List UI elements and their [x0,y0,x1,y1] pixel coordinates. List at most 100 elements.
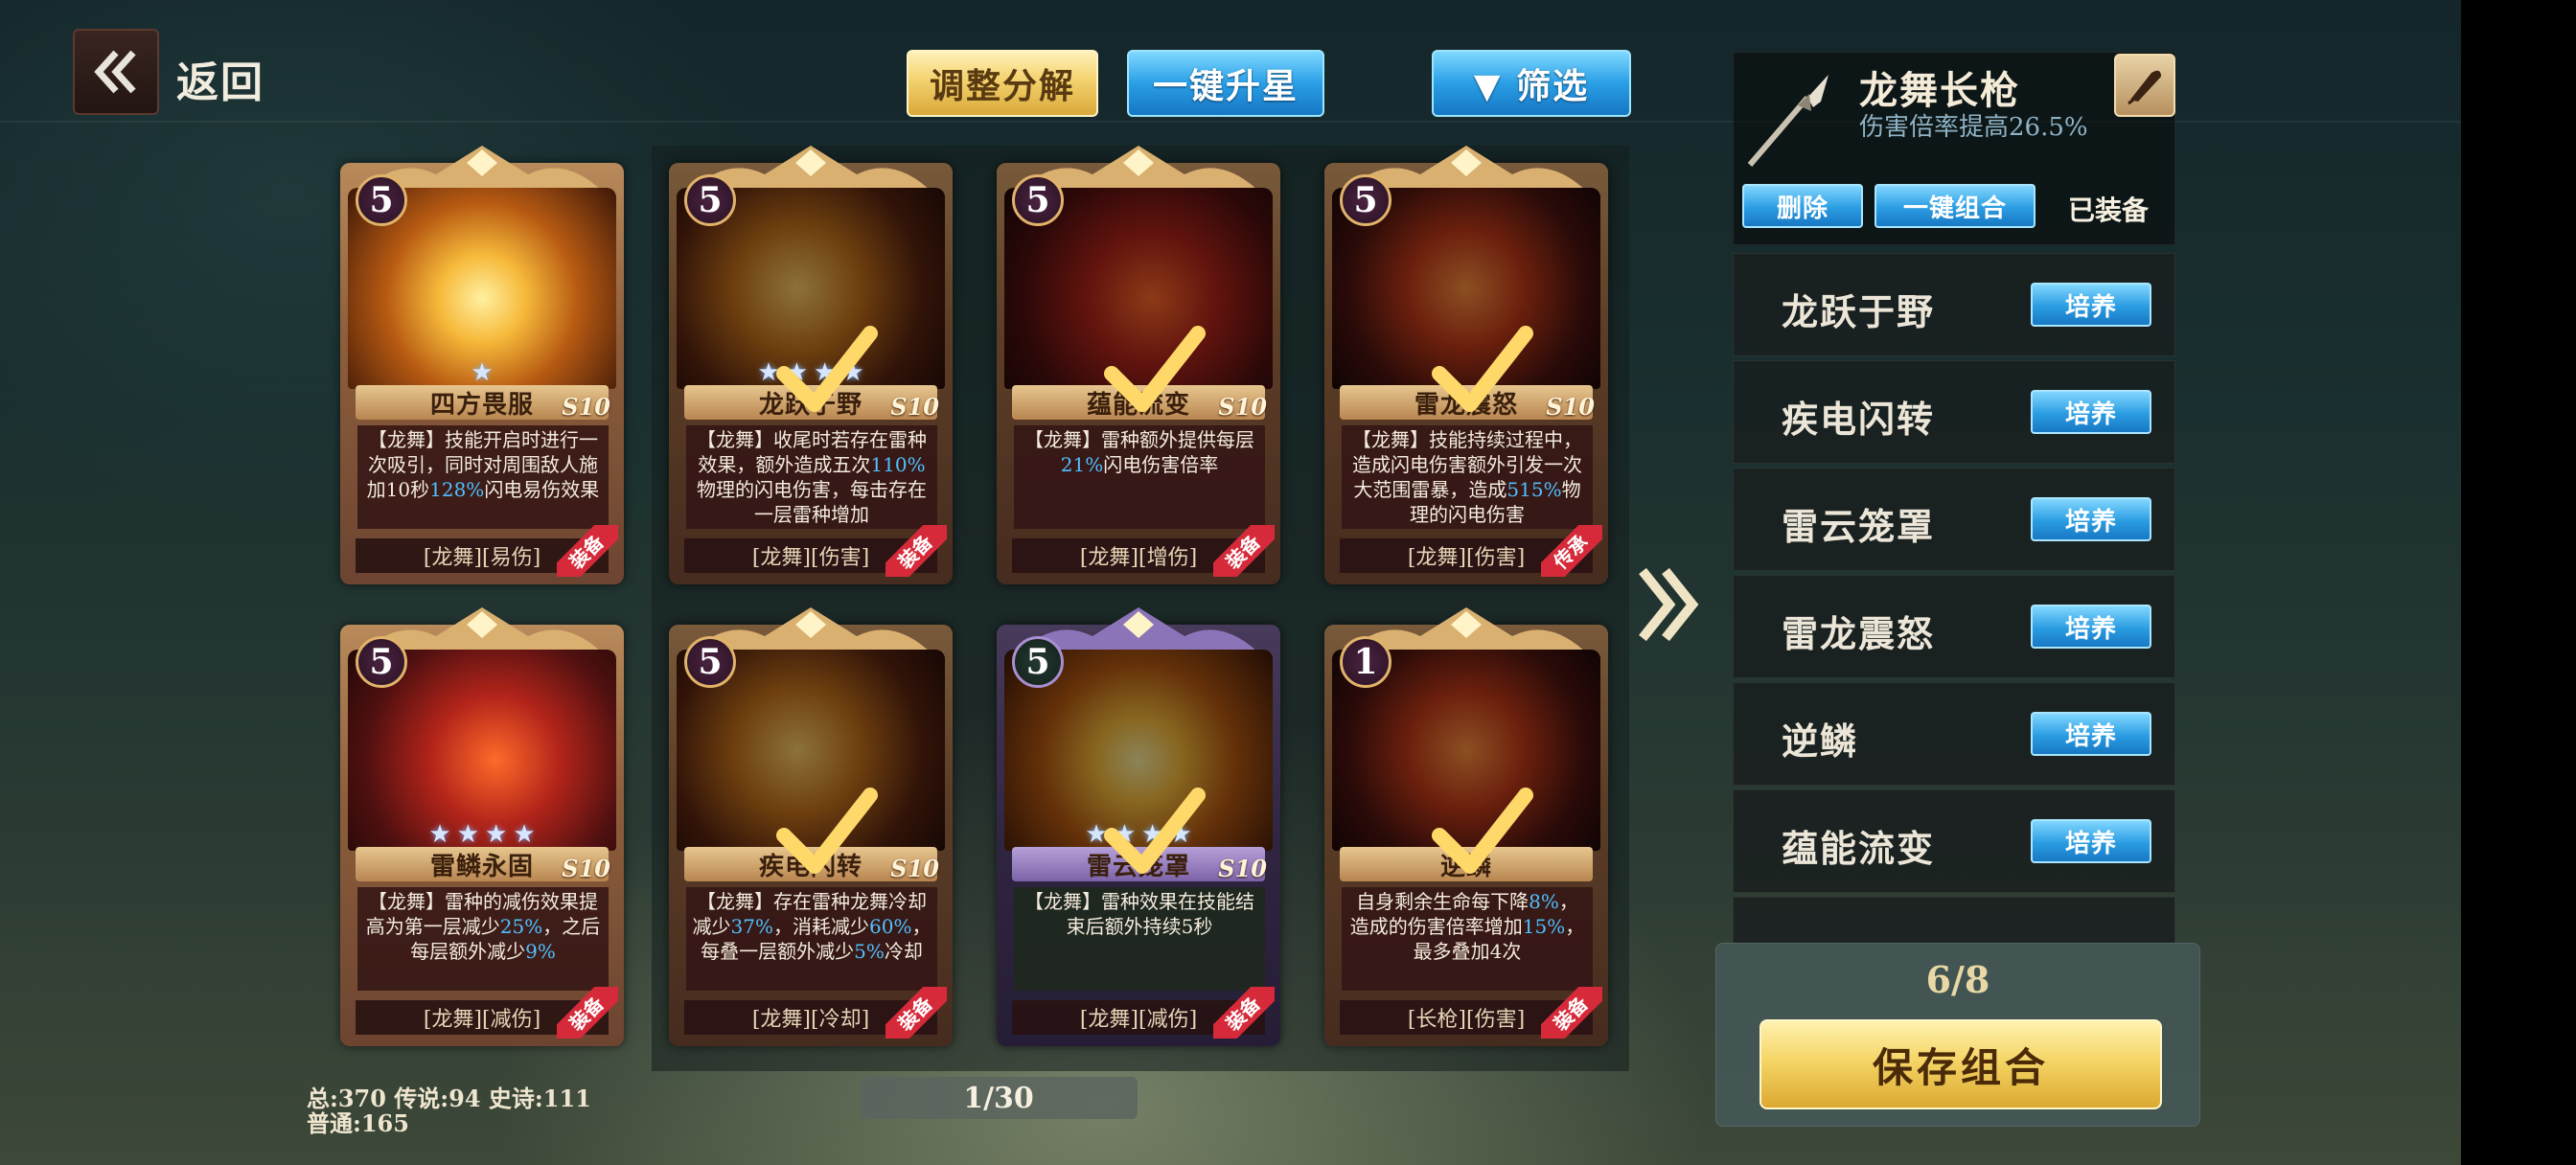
card-level: 1 [1340,636,1392,688]
stats-line-2: 普通:165 [307,1109,409,1137]
checkmark-icon [1104,326,1206,412]
card-description: 【龙舞】雷种效果在技能结束后额外持续5秒 [1014,887,1265,991]
checkmark-icon [1104,788,1206,874]
skill-card[interactable]: 5 蕴能流变 S10 【龙舞】雷种额外提供每层21%闪电伤害倍率 [龙舞][增伤… [987,146,1290,592]
checkmark-icon [776,788,878,874]
star-icon: ★ [485,820,508,849]
train-button[interactable]: 培养 [2031,712,2151,756]
card-name: 四方畏服 [429,390,534,420]
train-button[interactable]: 培养 [2031,390,2151,434]
card-description: 自身剩余生命每下降8%，造成的伤害倍率增加15%，最多叠加4次 [1342,887,1593,991]
adjust-dismantle-button[interactable]: 调整分解 [907,50,1098,117]
skill-list: 龙跃于野 培养 疾电闪转 培养 雷云笼罩 培养 雷龙震怒 培养 逆鳞 培养 蕴能… [1733,253,2175,943]
card-tier: S10 [1218,855,1267,882]
star-icon: ★ [471,358,494,387]
edit-button[interactable] [2114,54,2175,117]
save-combination-button[interactable]: 保存组合 [1760,1019,2162,1109]
slot-count: 6/8 [1925,958,1990,1001]
card-tier: S10 [1218,393,1267,421]
card-level: 5 [356,636,407,688]
skill-card[interactable]: 5 疾电闪转 S10 【龙舞】存在雷种龙舞冷却减少37%，消耗减少60%，每叠一… [659,607,962,1054]
checkmark-icon [1432,788,1533,874]
equipped-status: 已装备 [2068,194,2150,226]
list-item-empty [1733,897,2175,943]
badge-text: 装备 [1213,525,1275,577]
card-tier: S10 [890,855,939,882]
card-tier: S10 [562,855,610,882]
list-item[interactable]: 疾电闪转 培养 [1733,360,2175,464]
card-description: 【龙舞】雷种的减伤效果提高为第一层减少25%，之后每层额外减少9% [357,887,609,991]
skill-card[interactable]: 5 雷龙震怒 S10 【龙舞】技能持续过程中，造成闪电伤害额外引发一次大范围雷暴… [1315,146,1618,592]
skill-name: 雷云笼罩 [1782,505,1936,548]
list-item[interactable]: 龙跃于野 培养 [1733,253,2175,356]
badge-text: 装备 [557,525,618,577]
badge-text: 装备 [886,987,947,1039]
train-button[interactable]: 培养 [2031,283,2151,327]
card-description: 【龙舞】收尾时若存在雷种效果，额外造成五次110%物理的闪电伤害，每击存在一层雷… [686,425,937,529]
checkmark-icon [776,326,878,412]
one-click-star-up-button[interactable]: 一键升星 [1127,50,1324,117]
skill-card[interactable]: 1 逆鳞 自身剩余生命每下降8%，造成的伤害倍率增加15%，最多叠加4次 [长枪… [1315,607,1618,1054]
card-badge: 装备 [886,525,947,577]
card-badge: 装备 [1213,525,1275,577]
star-icon: ★ [428,820,451,849]
star-icon: ★ [456,820,479,849]
card-badge: 装备 [557,525,618,577]
skill-name: 蕴能流变 [1782,827,1936,870]
list-item[interactable]: 雷龙震怒 培养 [1733,575,2175,678]
badge-text: 装备 [886,525,947,577]
card-level: 5 [1340,174,1392,226]
card-stars: ★ [331,358,633,387]
spear-icon [1747,75,1828,167]
card-level: 5 [684,636,736,688]
card-badge: 装备 [1213,987,1275,1039]
card-level: 5 [356,174,407,226]
screen-edge [2461,0,2576,1165]
equipment-bonus: 伤害倍率提高26.5% [1859,113,2088,142]
back-label[interactable]: 返回 [176,48,264,109]
double-chevron-right-icon[interactable] [1635,561,1702,648]
badge-text: 装备 [557,987,618,1039]
card-tier: S10 [1546,393,1595,421]
card-tier: S10 [890,393,939,421]
card-badge: 传承 [1541,525,1602,577]
skill-card[interactable]: 5 ★ ★ ★ ★ 龙跃于野 S10 【龙舞】收尾时若存在雷种效果，额外造成五次110… [659,146,962,592]
back-button[interactable] [73,29,159,115]
badge-text: 装备 [1213,987,1275,1039]
card-stars: ★ ★ ★ ★ [331,820,633,849]
page-indicator[interactable]: 1/30 [860,1077,1138,1119]
list-item[interactable]: 蕴能流变 培养 [1733,789,2175,893]
skill-card[interactable]: 5 ★ ★ ★ ★ 雷鳞永固 S10 【龙舞】雷种的减伤效果提高为第一层减少25%，之… [331,607,633,1054]
skill-name: 疾电闪转 [1782,398,1936,441]
card-tier: S10 [562,393,610,421]
stats-line-1: 总:370 传说:94 史诗:111 [307,1085,591,1112]
delete-button[interactable]: 删除 [1742,184,1863,228]
list-item[interactable]: 逆鳞 培养 [1733,682,2175,786]
train-button[interactable]: 培养 [2031,497,2151,541]
card-level: 5 [1012,174,1064,226]
train-button[interactable]: 培养 [2031,605,2151,649]
double-chevron-left-icon [94,50,136,94]
badge-text: 传承 [1541,525,1602,577]
card-badge: 装备 [886,987,947,1039]
card-description: 【龙舞】技能持续过程中，造成闪电伤害额外引发一次大范围雷暴，造成515%物理的闪… [1342,425,1593,529]
skill-name: 雷龙震怒 [1782,612,1936,655]
collection-stats: 总:370 传说:94 史诗:111 普通:165 [307,1086,591,1136]
card-level: 5 [684,174,736,226]
skill-name: 龙跃于野 [1782,290,1936,333]
card-description: 【龙舞】技能开启时进行一次吸引，同时对周围敌人施加10秒128%闪电易伤效果 [357,425,609,529]
checkmark-icon [1432,326,1533,412]
skill-card[interactable]: 5 ★ 四方畏服 S10 【龙舞】技能开启时进行一次吸引，同时对周围敌人施加10… [331,146,633,592]
one-click-combine-button[interactable]: 一键组合 [1874,184,2036,228]
card-badge: 装备 [557,987,618,1039]
card-description: 【龙舞】存在雷种龙舞冷却减少37%，消耗减少60%，每叠一层额外减少5%冷却 [686,887,937,991]
star-icon: ★ [513,820,536,849]
card-description: 【龙舞】雷种额外提供每层21%闪电伤害倍率 [1014,425,1265,529]
quill-icon [2128,70,2161,105]
filter-button[interactable]: ▼ 筛选 [1432,50,1631,117]
badge-text: 装备 [1541,987,1602,1039]
card-level: 5 [1012,636,1064,688]
list-item[interactable]: 雷云笼罩 培养 [1733,468,2175,571]
skill-card[interactable]: 5 ★ ★ ★ ★ 雷云笼罩 S10 【龙舞】雷种效果在技能结束后额外持续5秒 [龙舞… [987,607,1290,1054]
train-button[interactable]: 培养 [2031,819,2151,863]
